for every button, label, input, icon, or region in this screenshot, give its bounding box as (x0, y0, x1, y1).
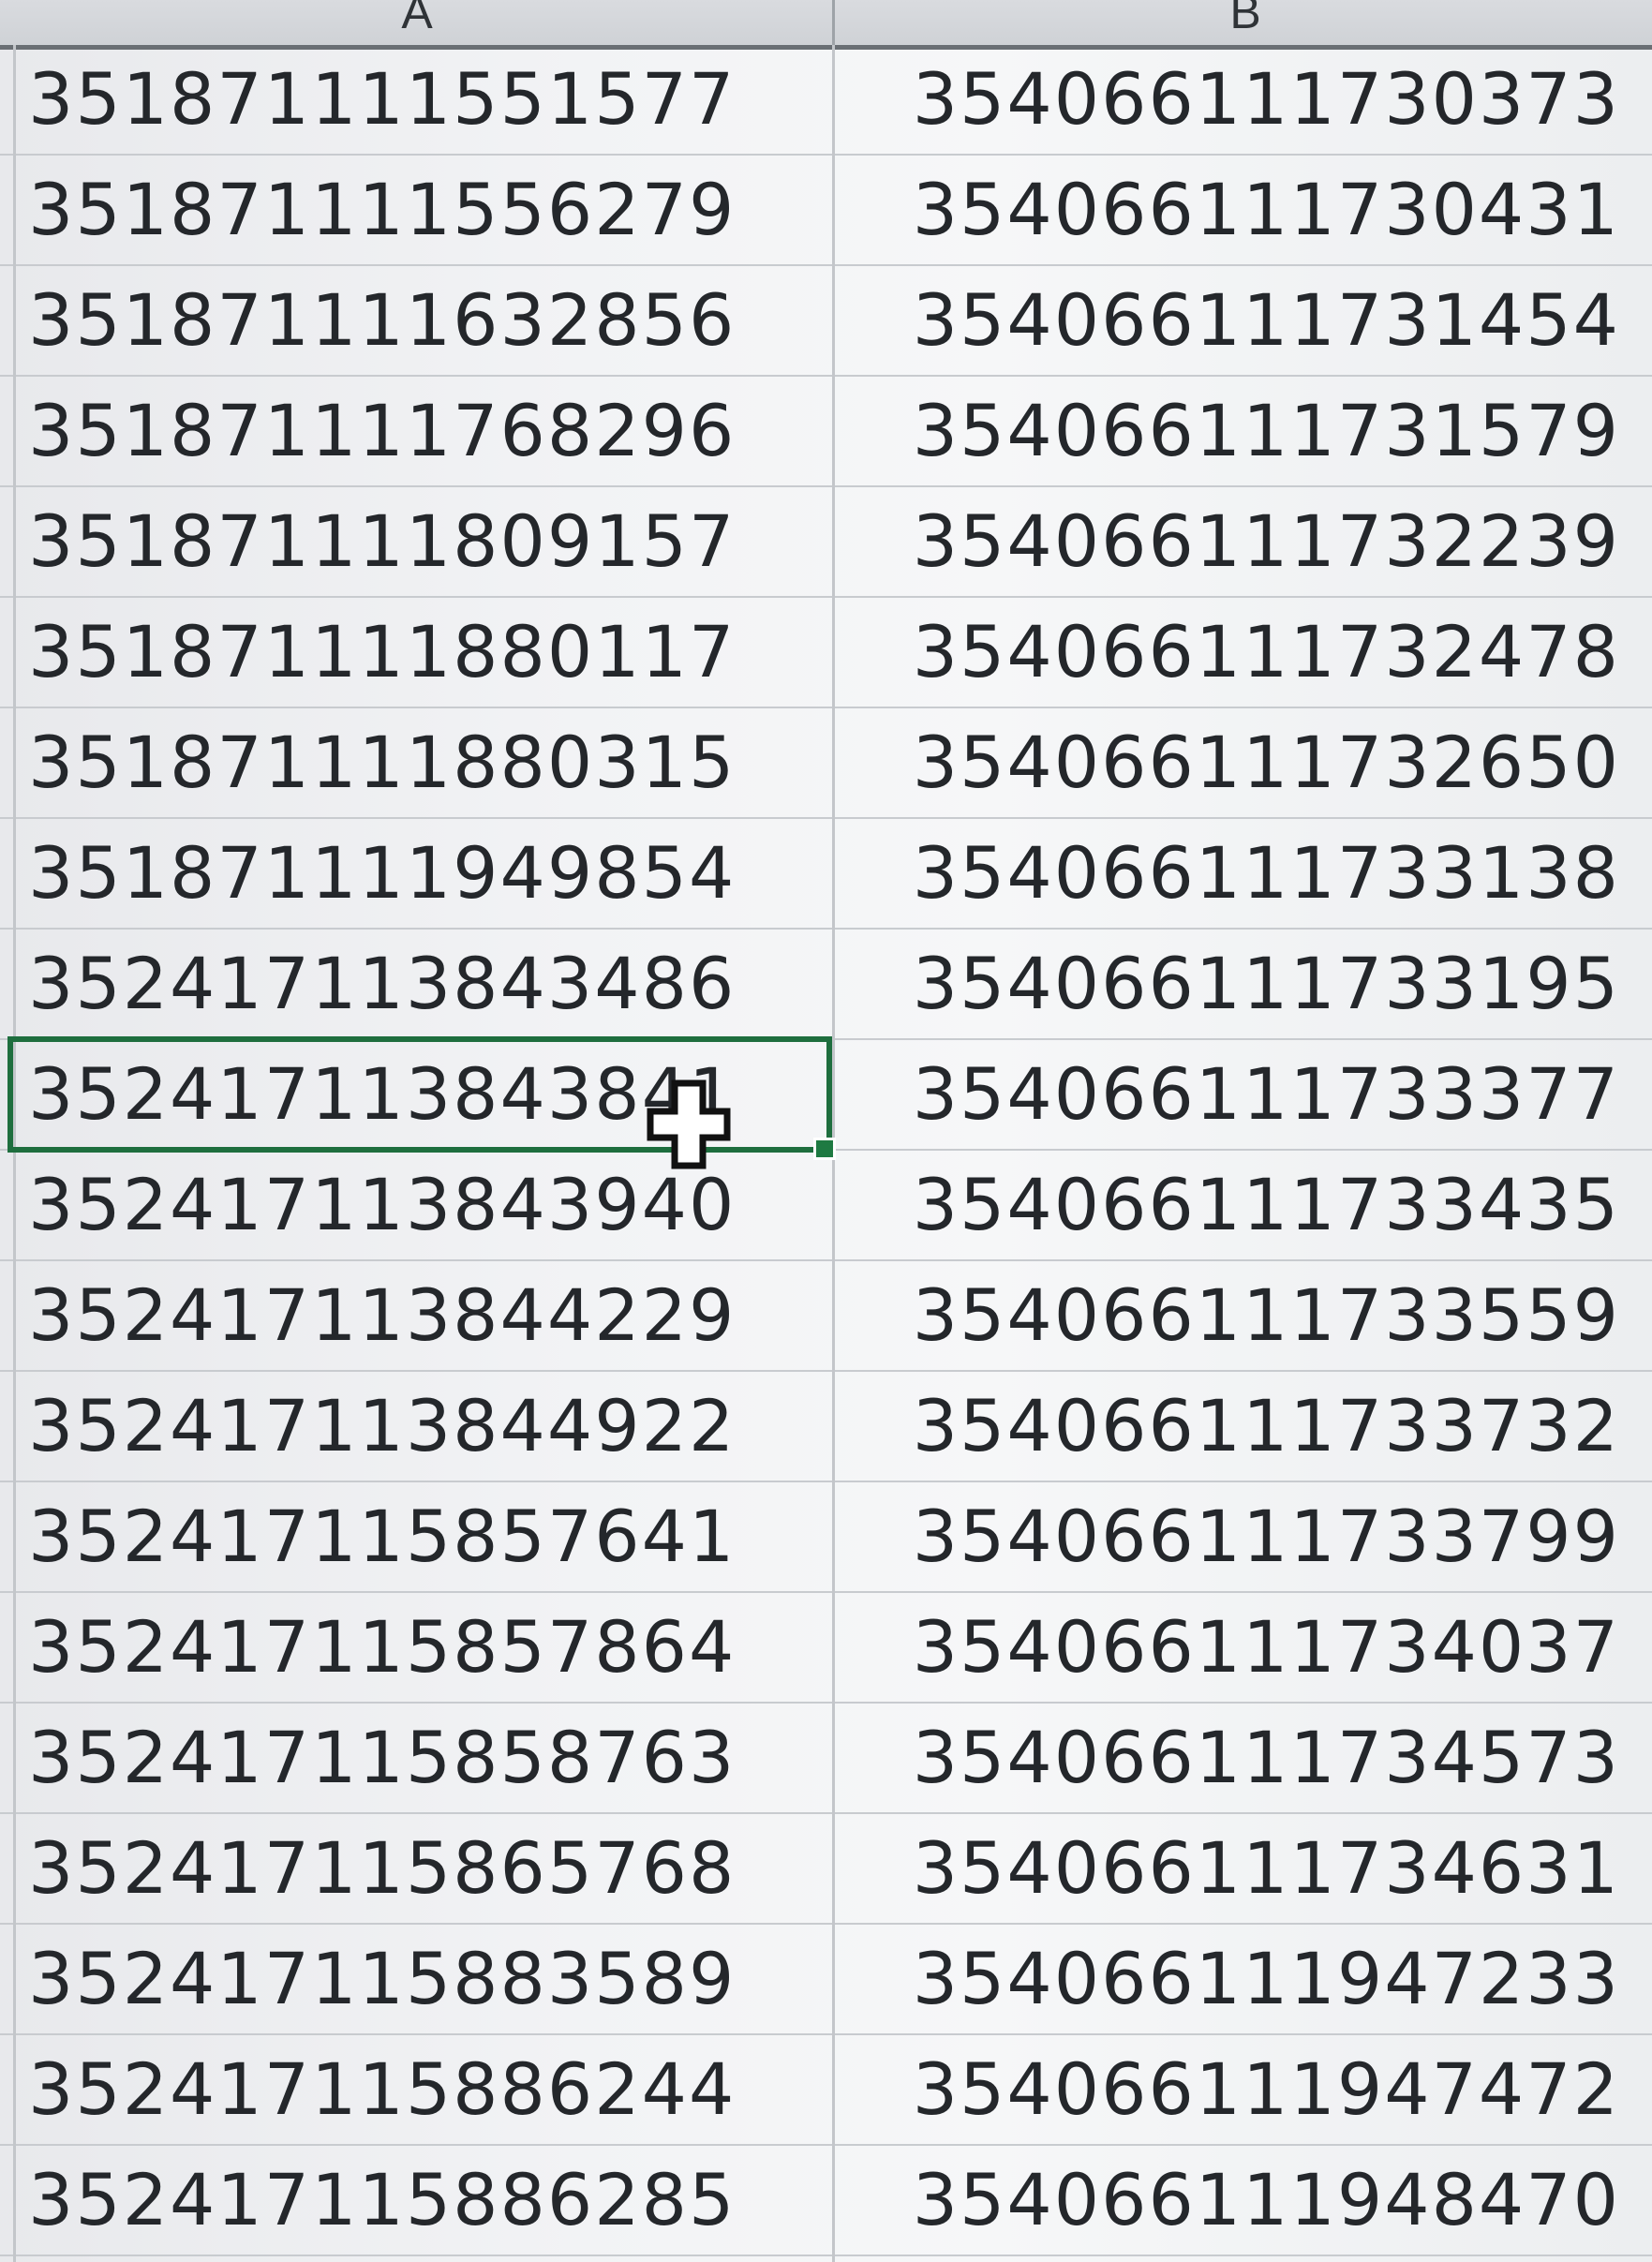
cell-a9[interactable]: 352417113843486 (0, 930, 834, 1038)
cell-a3[interactable]: 351871111632856 (0, 266, 834, 375)
table-row: 351871111632856 354066111731454 (0, 266, 1652, 377)
cell-b6[interactable]: 354066111732478 (837, 598, 1652, 707)
table-row: 352417115886285 354066111948470 (0, 2146, 1652, 2256)
cell-b9[interactable]: 354066111733195 (837, 930, 1652, 1038)
cell-a5[interactable]: 351871111809157 (0, 487, 834, 596)
spreadsheet-view: A B 351871111551577 354066111730373 3518… (0, 0, 1652, 2262)
cell-a20[interactable]: 352417115886285 (0, 2146, 834, 2255)
table-row: 351871111556279 354066111730431 (0, 156, 1652, 266)
cell-b11[interactable]: 354066111733435 (837, 1151, 1652, 1259)
cell-b18[interactable]: 354066111947233 (837, 1925, 1652, 2033)
cell-b2[interactable]: 354066111730431 (837, 156, 1652, 264)
cell-b3[interactable]: 354066111731454 (837, 266, 1652, 375)
cell-b7[interactable]: 354066111732650 (837, 708, 1652, 817)
cell-a13[interactable]: 352417113844922 (0, 1372, 834, 1481)
cell-a4[interactable]: 351871111768296 (0, 377, 834, 485)
cell-a14[interactable]: 352417115857641 (0, 1482, 834, 1591)
cell-a19[interactable]: 352417115886244 (0, 2035, 834, 2144)
table-row: 352417113844922 354066111733732 (0, 1372, 1652, 1482)
table-row: 351871111768296 354066111731579 (0, 377, 1652, 487)
table-row: 351871111809157 354066111732239 (0, 487, 1652, 598)
table-row: 352417115883589 354066111947233 (0, 1925, 1652, 2035)
cell-b5[interactable]: 354066111732239 (837, 487, 1652, 596)
cell-b16[interactable]: 354066111734573 (837, 1704, 1652, 1812)
cell-b20[interactable]: 354066111948470 (837, 2146, 1652, 2255)
table-row: 352417113843486 354066111733195 (0, 930, 1652, 1040)
cell-a6[interactable]: 351871111880117 (0, 598, 834, 707)
column-header-bar: A B (0, 0, 1652, 50)
cell-b12[interactable]: 354066111733559 (837, 1261, 1652, 1370)
cell-a1[interactable]: 351871111551577 (0, 45, 834, 154)
cell-b14[interactable]: 354066111733799 (837, 1482, 1652, 1591)
fill-handle[interactable] (813, 1138, 836, 1160)
table-row: 352417113843841 354066111733377 (0, 1040, 1652, 1151)
row-header-border (13, 45, 16, 2262)
cell-a17[interactable]: 352417115865768 (0, 1814, 834, 1923)
cell-a7[interactable]: 351871111880315 (0, 708, 834, 817)
cell-b1[interactable]: 354066111730373 (837, 45, 1652, 154)
table-row: 351871111949854 354066111733138 (0, 819, 1652, 930)
cell-b19[interactable]: 354066111947472 (837, 2035, 1652, 2144)
cell-select-cross-cursor-icon (647, 1079, 731, 1169)
table-row: 351871111551577 354066111730373 (0, 45, 1652, 156)
cell-a18[interactable]: 352417115883589 (0, 1925, 834, 2033)
cell-b13[interactable]: 354066111733732 (837, 1372, 1652, 1481)
cell-a16[interactable]: 352417115858763 (0, 1704, 834, 1812)
cell-b15[interactable]: 354066111734037 (837, 1593, 1652, 1702)
cell-b10[interactable]: 354066111733377 (837, 1040, 1652, 1149)
cell-b4[interactable]: 354066111731579 (837, 377, 1652, 485)
cell-b8[interactable]: 354066111733138 (837, 819, 1652, 928)
cell-a2[interactable]: 351871111556279 (0, 156, 834, 264)
column-header-b[interactable]: B (839, 0, 1652, 45)
column-header-a[interactable]: A (0, 0, 834, 45)
cell-b17[interactable]: 354066111734631 (837, 1814, 1652, 1923)
table-row: 352417113843940 354066111733435 (0, 1151, 1652, 1261)
table-row: 352417115886244 354066111947472 (0, 2035, 1652, 2146)
table-row: 352417115857641 354066111733799 (0, 1482, 1652, 1593)
table-row: 352417115857864 354066111734037 (0, 1593, 1652, 1704)
cell-a8[interactable]: 351871111949854 (0, 819, 834, 928)
cell-a15[interactable]: 352417115857864 (0, 1593, 834, 1702)
table-row: 352417115858763 354066111734573 (0, 1704, 1652, 1814)
table-row: 351871111880117 354066111732478 (0, 598, 1652, 708)
column-header-divider[interactable] (832, 0, 835, 45)
cell-a12[interactable]: 352417113844229 (0, 1261, 834, 1370)
table-row: 352417115865768 354066111734631 (0, 1814, 1652, 1925)
table-row: 351871111880315 354066111732650 (0, 708, 1652, 819)
table-row: 352417113844229 354066111733559 (0, 1261, 1652, 1372)
